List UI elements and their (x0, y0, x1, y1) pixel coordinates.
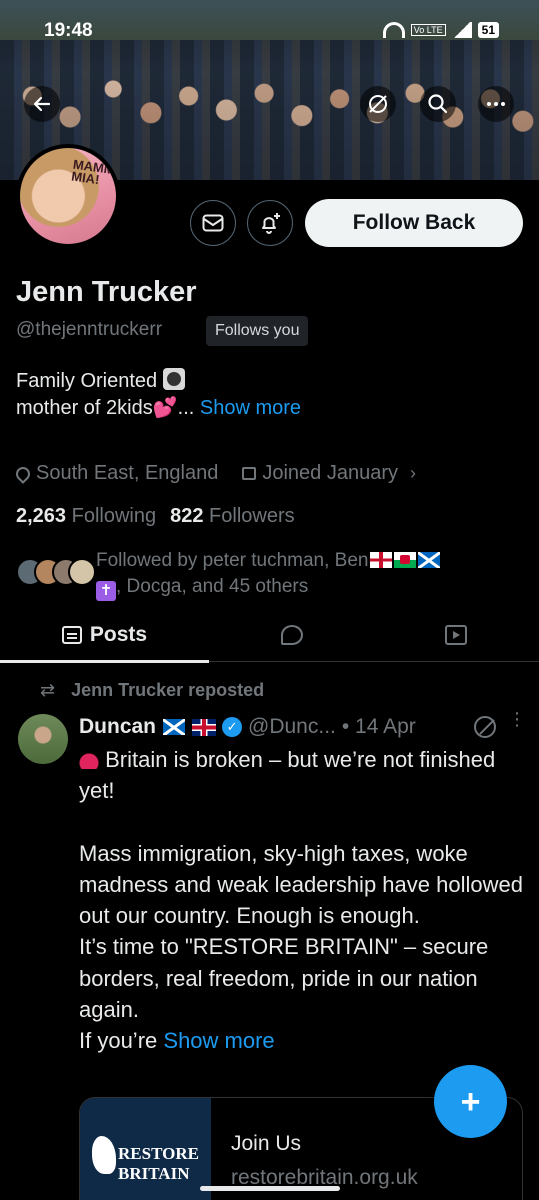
link-card-title: Join Us (231, 1132, 302, 1155)
back-button[interactable] (24, 86, 60, 122)
tab-replies[interactable] (262, 608, 322, 662)
grok-button[interactable] (360, 86, 396, 122)
post-line-1: Britain is broken – but we’re not finish… (79, 747, 496, 804)
more-options-button[interactable] (478, 86, 514, 122)
notifications-button[interactable] (247, 200, 293, 246)
uk-flag-icon (192, 718, 217, 736)
compose-post-button[interactable]: + (434, 1065, 507, 1138)
britain-map-icon (92, 1136, 116, 1174)
display-name: Jenn Trucker (16, 276, 197, 308)
verified-icon: ✓ (222, 717, 243, 737)
battery-icon: 51 (477, 22, 499, 38)
active-tab-indicator (0, 660, 209, 663)
grok-icon[interactable] (474, 716, 496, 738)
replies-bubble-icon (281, 625, 303, 645)
followers-link[interactable]: 822 Followers (170, 505, 295, 527)
repost-indicator: ⇄ Jenn Trucker reposted (40, 680, 265, 700)
post-show-more-link[interactable]: Show more (163, 1028, 274, 1053)
post-body[interactable]: Britain is broken – but we’re not finish… (79, 744, 524, 1057)
posts-tab-icon (61, 626, 82, 644)
profile-bio: Family Oriented mother of 2kids💕... Show… (16, 368, 516, 422)
volte-indicator: Vo LTE (410, 24, 446, 36)
chevron-right-icon[interactable]: › (410, 463, 416, 484)
calendar-icon (242, 467, 257, 480)
message-button[interactable] (190, 200, 236, 246)
post-more-icon[interactable]: ⋮ (508, 710, 526, 736)
plus-icon: + (460, 1082, 481, 1121)
wales-flag-icon (393, 552, 416, 568)
avatar-poster-text: MAMMA MIA! (70, 156, 120, 188)
followed-by[interactable]: Followed by peter tuchman, Ben ✝, Docga,… (16, 548, 526, 601)
status-icons: Vo LTE 51 (382, 22, 499, 38)
wifi-icon (382, 22, 405, 38)
bio-show-more-link[interactable]: Show more (200, 397, 301, 419)
post-paragraph-4: If you’re (79, 1028, 158, 1054)
status-time: 19:48 (44, 20, 93, 41)
card-brand: RESTORE BRITAIN (118, 1144, 199, 1183)
search-icon (428, 94, 448, 114)
back-arrow-icon (33, 96, 51, 112)
profile-tabs: Posts (0, 608, 539, 663)
profile-handle: @thejenntruckerr (16, 319, 163, 340)
post-author-name[interactable]: Duncan (79, 715, 156, 739)
bell-plus-icon (262, 213, 280, 234)
profile-joined[interactable]: Joined January (262, 462, 398, 485)
hearts-emoji-icon: 💕 (152, 397, 178, 419)
followed-by-text: Followed by peter tuchman, Ben ✝, Docga,… (96, 548, 441, 601)
scotland-flag-icon (163, 719, 186, 735)
repost-icon: ⇄ (40, 680, 56, 700)
post-paragraph-2: Mass immigration, sky-high taxes, woke m… (79, 840, 523, 929)
bio-ellipsis: ... (177, 397, 195, 419)
envelope-icon (202, 214, 224, 232)
follow-back-button[interactable]: Follow Back (305, 199, 523, 247)
family-emoji-icon (162, 368, 185, 390)
status-bar: 19:48 Vo LTE 51 (0, 10, 539, 50)
profile-avatar[interactable]: MAMMA MIA! (16, 144, 120, 248)
post-header: Duncan ✓ @Dunc... • 14 Apr (79, 715, 523, 739)
england-flag-icon (369, 552, 392, 568)
link-card-thumbnail: RESTORE BRITAIN (80, 1098, 211, 1200)
siren-emoji-icon (79, 749, 99, 769)
tab-media[interactable] (428, 608, 484, 662)
post-author-handle[interactable]: @Dunc... (248, 715, 336, 739)
media-icon (445, 625, 467, 645)
mutual-avatar (68, 558, 96, 586)
search-button[interactable] (420, 86, 456, 122)
post-author-avatar[interactable] (18, 714, 68, 764)
more-icon (487, 102, 505, 106)
following-link[interactable]: 2,263 Following (16, 505, 156, 527)
location-pin-icon (13, 463, 33, 484)
profile-location: South East, England (36, 462, 219, 484)
post-paragraph-3: It’s time to "RESTORE BRITAIN" – secure … (79, 934, 489, 1023)
mutual-avatars (16, 558, 96, 588)
signal-icon (451, 22, 472, 38)
bio-line-2: mother of 2kids (16, 397, 153, 419)
follows-you-badge: Follows you (206, 316, 309, 346)
cross-emoji-icon: ✝ (96, 581, 116, 601)
home-indicator[interactable] (200, 1186, 340, 1191)
bio-line-1: Family Oriented (16, 370, 158, 392)
scotland-flag-icon (417, 552, 440, 568)
tab-posts[interactable]: Posts (0, 608, 209, 663)
profile-meta: South East, England Joined January › (13, 462, 416, 485)
follow-counts: 2,263 Following 822 Followers (16, 505, 295, 528)
grok-icon (369, 95, 387, 113)
post-date[interactable]: • 14 Apr (342, 715, 416, 739)
